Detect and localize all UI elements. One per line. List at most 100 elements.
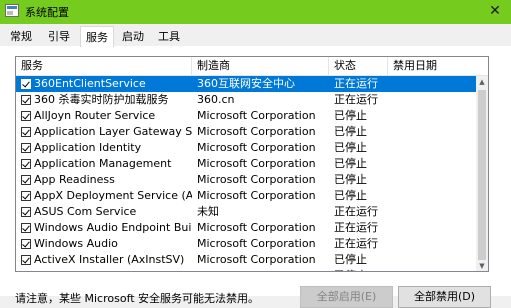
status-cell: 正在运行 [334,221,378,234]
service-checkbox[interactable] [21,223,31,233]
disabled-date-cell [393,268,473,271]
list-header: 服务 制造商 状态 禁用日期 [16,57,488,76]
status-cell: 已停止 [334,173,367,186]
title-bar: 系统配置 ✕ [0,0,511,24]
table-row[interactable]: App Readiness Microsoft Corporation 已停止 [16,172,476,188]
service-name-cell: App Readiness [34,173,115,186]
service-name-cell: Windows Audio [34,237,118,250]
scroll-thumb[interactable] [478,90,486,260]
disabled-date-cell [393,252,473,268]
status-cell: 已停止 [334,268,388,271]
manufacturer-cell: Microsoft Corporation [197,237,316,250]
service-name-cell: Application Management [34,157,172,170]
table-row[interactable]: Application Identity Microsoft Corporatio… [16,140,476,156]
service-checkbox[interactable] [21,239,31,249]
manufacturer-cell: Microsoft Corporation [197,109,316,122]
manufacturer-cell: Microsoft Corporation [197,253,316,266]
service-name-cell: ActiveX Installer (AxInstSV) [34,253,185,266]
service-name-cell: ASUS Com Service [34,205,137,218]
table-row[interactable]: Windows Audio Microsoft Corporation 正在运行 [16,236,476,252]
disabled-date-cell [393,220,473,236]
status-cell: 已停止 [334,125,367,138]
service-name-cell: Application Layer Gateway Service [34,125,192,138]
status-cell: 已停止 [334,109,367,122]
service-checkbox[interactable] [21,175,31,185]
window-title: 系统配置 [25,6,69,19]
close-button[interactable]: ✕ [487,2,503,20]
service-checkbox[interactable] [21,111,31,121]
service-name-cell: Application Identity [34,141,142,154]
disable-all-button[interactable]: 全部禁用(D) [398,286,491,308]
status-cell: 已停止 [334,189,367,202]
disabled-date-cell [393,124,473,140]
disabled-date-cell [393,76,473,92]
disabled-date-cell [393,140,473,156]
service-name-cell: 360EntClientService [34,77,146,90]
column-header-status[interactable]: 状态 [329,57,388,75]
manufacturer-cell: Microsoft Corporation [197,141,316,154]
tab-boot[interactable]: 引导 [42,28,76,45]
table-row[interactable]: Application Management Microsoft Corporat… [16,156,476,172]
security-note: 请注意，某些 Microsoft 安全服务可能无法禁用。 [15,292,260,305]
disabled-date-cell [393,92,473,108]
service-checkbox[interactable] [21,127,31,137]
vertical-scrollbar[interactable]: ▲ ▼ [476,76,488,271]
service-name-cell: AllJoyn Router Service [34,109,156,122]
table-row[interactable]: BitLocker Drive Encryption Service Micros… [16,268,476,272]
table-row[interactable]: AppX Deployment Service (AppX... Microsof… [16,188,476,204]
tab-tools[interactable]: 工具 [152,28,186,45]
table-row[interactable]: Application Layer Gateway Service Microso… [16,124,476,140]
service-checkbox[interactable] [21,271,31,272]
column-header-manufacturer[interactable]: 制造商 [192,57,329,75]
status-cell: 正在运行 [334,93,378,106]
table-row[interactable]: 360 杀毒实时防护加载服务 360.cn 正在运行 [16,92,476,108]
service-checkbox[interactable] [21,207,31,217]
manufacturer-cell: Microsoft Corporation [197,173,316,186]
service-checkbox[interactable] [21,159,31,169]
manufacturer-cell: Microsoft Corporation [197,268,329,271]
enable-all-button[interactable]: 全部启用(E) [300,286,393,308]
manufacturer-cell: Microsoft Corporation [197,189,316,202]
column-header-disabled-date[interactable]: 禁用日期 [388,57,488,75]
tab-services[interactable]: 服务 [80,26,114,47]
disabled-date-cell [393,108,473,124]
status-cell: 已停止 [334,253,367,266]
status-cell: 正在运行 [334,237,378,250]
status-cell: 正在运行 [334,77,378,90]
tab-strip: 常规 引导 服务 启动 工具 [0,24,511,47]
system-config-icon [5,4,19,17]
services-panel: 服务 制造商 状态 禁用日期 360EntClientService 360互联网… [0,46,511,308]
disabled-date-cell [393,172,473,188]
service-checkbox[interactable] [21,255,31,265]
disabled-date-cell [393,156,473,172]
table-row[interactable]: ActiveX Installer (AxInstSV) Microsoft Co… [16,252,476,268]
service-name-cell: Windows Audio Endpoint Builder [34,221,192,234]
service-name-cell: 360 杀毒实时防护加载服务 [34,93,169,106]
table-row[interactable]: ASUS Com Service 未知 正在运行 [16,204,476,220]
tab-general[interactable]: 常规 [4,28,38,45]
service-checkbox[interactable] [21,143,31,153]
service-checkbox[interactable] [21,191,31,201]
disabled-date-cell [393,188,473,204]
table-row[interactable]: 360EntClientService 360互联网安全中心 正在运行 [16,76,476,92]
service-name-cell: AppX Deployment Service (AppX... [34,189,192,202]
column-header-service[interactable]: 服务 [16,57,192,75]
disabled-date-cell [393,204,473,220]
manufacturer-cell: 360互联网安全中心 [197,77,295,90]
service-checkbox[interactable] [21,95,31,105]
tab-startup[interactable]: 启动 [116,28,150,45]
status-cell: 正在运行 [334,205,378,218]
service-checkbox[interactable] [21,79,31,89]
manufacturer-cell: Microsoft Corporation [197,125,316,138]
manufacturer-cell: 未知 [197,205,219,218]
table-row[interactable]: AllJoyn Router Service Microsoft Corporat… [16,108,476,124]
services-list[interactable]: 服务 制造商 状态 禁用日期 360EntClientService 360互联网… [15,56,489,272]
manufacturer-cell: Microsoft Corporation [197,157,316,170]
service-name-cell: BitLocker Drive Encryption Service [34,268,192,271]
table-row[interactable]: Windows Audio Endpoint Builder Microsoft … [16,220,476,236]
disabled-date-cell [393,236,473,252]
status-cell: 已停止 [334,157,367,170]
scroll-down-arrow-icon[interactable]: ▼ [476,260,488,271]
status-cell: 已停止 [334,141,367,154]
scroll-up-arrow-icon[interactable]: ▲ [476,76,488,88]
